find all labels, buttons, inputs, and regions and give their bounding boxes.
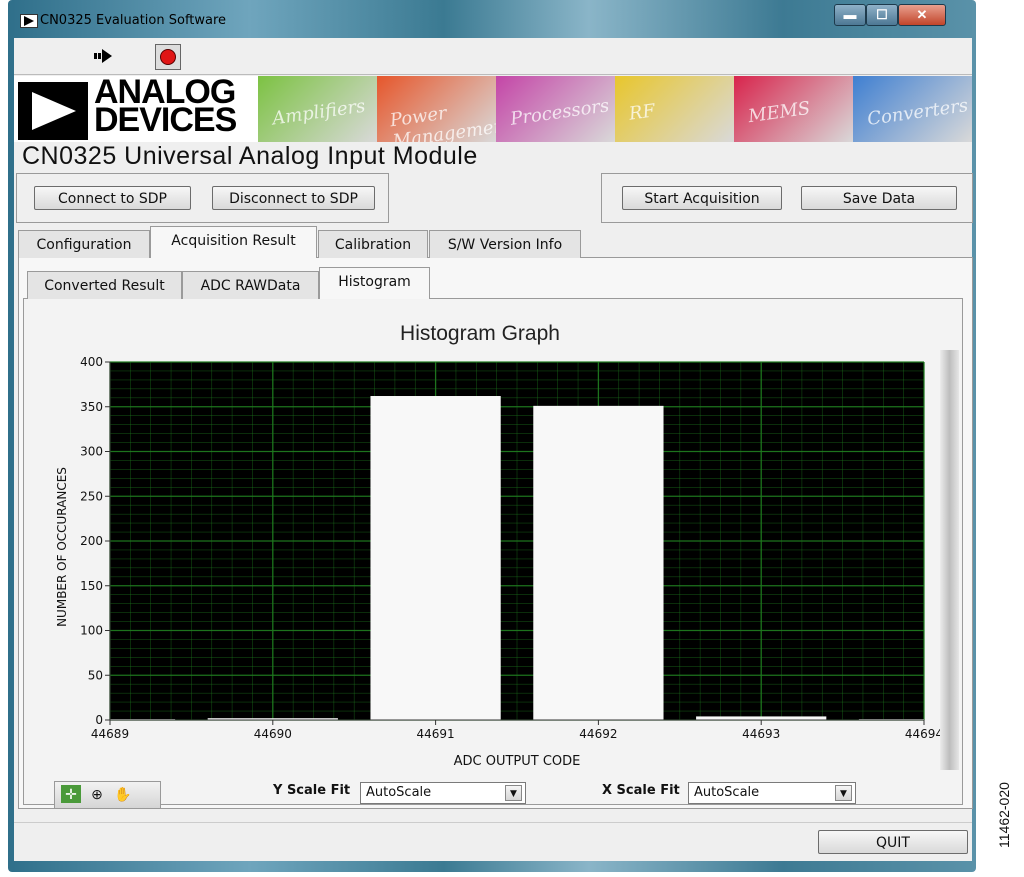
x-tick-label: 44691 xyxy=(417,727,455,741)
quit-button[interactable]: QUIT xyxy=(818,830,968,854)
tab-sw-version-info[interactable]: S/W Version Info xyxy=(429,230,581,258)
window-title: CN0325 Evaluation Software xyxy=(40,13,227,28)
strip-panel: RF xyxy=(615,76,734,142)
minimize-button[interactable]: ▬ xyxy=(834,4,866,26)
y-tick-label: 150 xyxy=(80,579,103,593)
product-strip: Amplifiers Power Management Processors RF ME… xyxy=(258,76,972,142)
x-tick-label: 44694 xyxy=(905,727,940,741)
y-tick-label: 400 xyxy=(80,355,103,369)
graph-tool-palette: ✛ ⊕ ✋ xyxy=(54,781,161,809)
start-acquisition-button[interactable]: Start Acquisition xyxy=(622,186,782,210)
strip-panel-text: RF xyxy=(627,100,657,125)
x-tick-label: 44693 xyxy=(742,727,780,741)
x-tick-label: 44690 xyxy=(254,727,292,741)
figure-id: 11462-020 xyxy=(996,782,1012,848)
strip-panel: MEMS xyxy=(734,76,853,142)
y-scale-fit-select[interactable]: AutoScale ▼ xyxy=(360,782,526,804)
tab-calibration[interactable]: Calibration xyxy=(318,230,428,258)
save-data-button[interactable]: Save Data xyxy=(801,186,957,210)
y-tick-label: 100 xyxy=(80,624,103,638)
graph-scroll-edge[interactable] xyxy=(940,350,959,770)
strip-panel: Amplifiers xyxy=(258,76,377,142)
strip-panel: Processors xyxy=(496,76,615,142)
x-axis-label: ADC OUTPUT CODE xyxy=(453,754,581,769)
chevron-down-icon[interactable]: ▼ xyxy=(505,785,522,801)
maximize-button[interactable]: ☐ xyxy=(866,4,898,26)
histogram-bar xyxy=(370,396,501,720)
histogram-bar xyxy=(533,405,664,720)
tab-converted-result[interactable]: Converted Result xyxy=(27,271,182,299)
stop-icon[interactable] xyxy=(155,44,181,70)
analog-devices-logo-icon xyxy=(16,80,90,142)
zoom-icon[interactable]: ⊕ xyxy=(87,785,107,803)
brand-text: ANALOG DEVICES xyxy=(94,75,237,139)
histogram-bar xyxy=(696,716,827,720)
strip-panel-text: Processors xyxy=(509,95,611,130)
y-tick-label: 0 xyxy=(95,713,103,727)
x-scale-fit-label: X Scale Fit xyxy=(602,783,680,798)
tab-adc-rawdata[interactable]: ADC RAWData xyxy=(182,271,319,299)
y-tick-label: 350 xyxy=(80,400,103,414)
chart-title: Histogram Graph xyxy=(400,322,560,345)
x-tick-label: 44692 xyxy=(579,727,617,741)
histogram-chart: 0 50 100 150 200 250 300 350 400 44689 44690 44691 4… xyxy=(80,355,940,741)
tab-configuration[interactable]: Configuration xyxy=(18,230,150,258)
pan-hand-icon[interactable]: ✋ xyxy=(113,785,133,803)
chevron-down-icon[interactable]: ▼ xyxy=(835,785,852,801)
tab-histogram[interactable]: Histogram xyxy=(319,267,430,299)
strip-panel-text: Amplifiers xyxy=(270,95,367,130)
y-axis-label: NUMBER OF OCCURANCES xyxy=(55,467,69,627)
strip-panel: Power Management xyxy=(377,76,496,142)
y-scale-fit-label: Y Scale Fit xyxy=(273,783,351,798)
close-button[interactable]: ✕ xyxy=(898,4,946,26)
page-title: CN0325 Universal Analog Input Module xyxy=(22,142,478,170)
strip-panel: Converters xyxy=(853,76,972,142)
y-tick-label: 300 xyxy=(80,445,103,459)
y-tick-label: 50 xyxy=(88,668,103,682)
disconnect-button[interactable]: Disconnect to SDP xyxy=(212,186,375,210)
x-tick-label: 44689 xyxy=(91,727,129,741)
connect-button[interactable]: Connect to SDP xyxy=(34,186,191,210)
y-tick-label: 250 xyxy=(80,489,103,503)
run-arrow-icon[interactable] xyxy=(92,46,116,66)
app-icon xyxy=(20,14,38,28)
strip-panel-text: Power Management xyxy=(388,102,496,142)
x-scale-fit-value: AutoScale xyxy=(694,785,760,800)
crosshair-cursor-icon[interactable]: ✛ xyxy=(61,785,81,803)
tab-acquisition-result[interactable]: Acquisition Result xyxy=(150,226,317,258)
y-scale-fit-value: AutoScale xyxy=(366,785,432,800)
strip-panel-text: Converters xyxy=(866,95,970,130)
y-tick-label: 200 xyxy=(80,534,103,548)
x-scale-fit-select[interactable]: AutoScale ▼ xyxy=(688,782,856,804)
strip-panel-text: MEMS xyxy=(746,97,812,128)
brand-line2: DEVICES xyxy=(94,101,237,139)
